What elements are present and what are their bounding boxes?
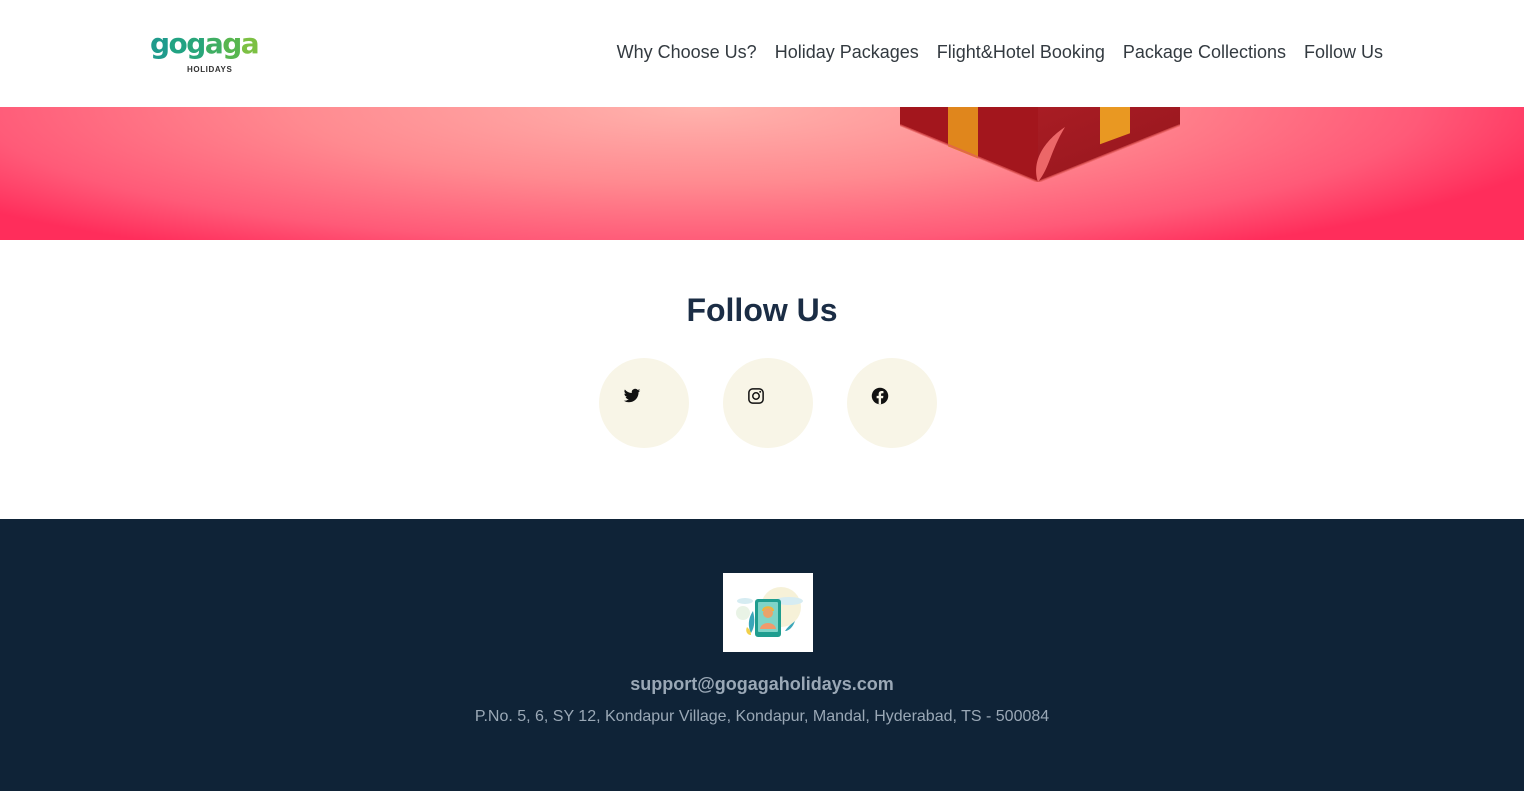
- site-footer: support@gogagaholidays.com P.No. 5, 6, S…: [0, 519, 1524, 791]
- nav-flight-hotel-booking[interactable]: Flight&Hotel Booking: [937, 40, 1105, 64]
- nav-follow-us[interactable]: Follow Us: [1304, 40, 1383, 64]
- instagram-button[interactable]: [723, 358, 813, 448]
- office-address: P.No. 5, 6, SY 12, Kondapur Village, Kon…: [474, 708, 1050, 725]
- logo-subtitle: HOLIDAYS: [187, 65, 233, 74]
- hero-banner: [0, 107, 1524, 240]
- social-links: [599, 358, 937, 448]
- gift-box-illustration: [900, 107, 1180, 182]
- twitter-icon: [623, 388, 641, 403]
- facebook-icon: [871, 387, 889, 405]
- nav-why-choose-us[interactable]: Why Choose Us?: [617, 40, 757, 64]
- follow-us-heading: Follow Us: [686, 292, 838, 328]
- facebook-button[interactable]: [847, 358, 937, 448]
- instagram-icon: [748, 388, 764, 404]
- support-illustration: [723, 573, 813, 652]
- main-nav: Why Choose Us? Holiday Packages Flight&H…: [617, 40, 1383, 64]
- logo-wordmark: gogaga: [150, 27, 260, 60]
- nav-package-collections[interactable]: Package Collections: [1123, 40, 1286, 64]
- support-agent-illustration: [736, 587, 803, 637]
- site-header: gogaga HOLIDAYS Why Choose Us? Holiday P…: [0, 0, 1524, 107]
- twitter-button[interactable]: [599, 358, 689, 448]
- support-email[interactable]: support@gogagaholidays.com: [0, 674, 1524, 695]
- brand-logo[interactable]: gogaga HOLIDAYS: [150, 28, 260, 78]
- nav-holiday-packages[interactable]: Holiday Packages: [775, 40, 919, 64]
